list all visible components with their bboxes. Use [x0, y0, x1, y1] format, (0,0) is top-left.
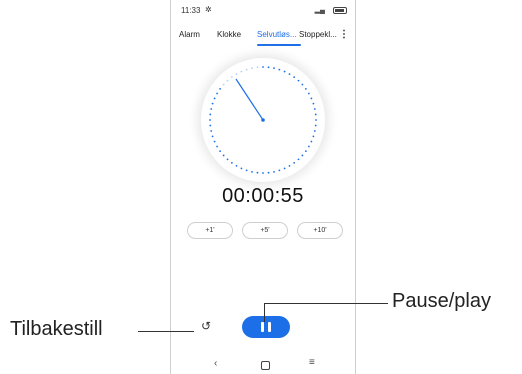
timer-dial-tick: [267, 171, 270, 174]
timer-dial-tick: [278, 169, 281, 172]
tab-alarm[interactable]: Alarm: [179, 30, 200, 39]
timer-dial-tick: [293, 161, 296, 164]
pause-play-callout-line-horizontal: [264, 303, 388, 304]
pause-play-callout-label: Pause/play: [392, 290, 491, 312]
timer-dial-tick: [240, 167, 243, 170]
timer-dial-tick: [230, 76, 233, 79]
timer-dial-tick: [312, 102, 315, 105]
timer-dial-tick: [308, 145, 310, 148]
timer-dial-tick: [235, 73, 238, 75]
tab-stoppeklokke[interactable]: Stoppekl...: [299, 30, 337, 39]
timer-dial-tick: [226, 158, 229, 161]
pause-play-callout-line-vertical: [264, 303, 265, 322]
battery-icon: [333, 7, 347, 14]
timer-dial-hand: [235, 78, 264, 121]
timer-dial-tick: [256, 66, 259, 69]
timer-dial-tick: [222, 83, 225, 86]
timer-dial-tick: [278, 68, 281, 71]
add-1-minute-button[interactable]: +1': [187, 222, 233, 239]
timer-dial-tick: [226, 79, 229, 82]
timer-dial-tick: [251, 170, 253, 173]
timer-dial-tick: [209, 113, 212, 116]
timer-dial-tick: [301, 154, 304, 157]
timer-dial-tick: [312, 135, 315, 138]
timer-dial-graphic: [209, 66, 317, 174]
timer-dial-tick: [288, 73, 291, 75]
timer-dial-tick: [235, 165, 238, 167]
timer-dial-tick: [216, 145, 218, 148]
timer-dial-tick: [209, 124, 212, 127]
timer-dial-tick: [267, 66, 270, 69]
timer-dial-tick: [245, 68, 248, 71]
timer-dial-tick: [213, 140, 216, 143]
timer-dial-tick: [304, 87, 307, 90]
timer-dial-tick: [293, 76, 296, 79]
tab-selvutloser[interactable]: Selvutløs...: [257, 30, 297, 39]
timer-dial-tick: [310, 140, 313, 143]
more-vert-icon[interactable]: ⋮: [339, 29, 349, 40]
timer-dial-tick: [216, 92, 218, 95]
timer-dial-tick: [313, 108, 316, 110]
back-icon[interactable]: ‹: [214, 358, 217, 369]
timer-dial-center: [261, 118, 265, 122]
timer-dial-tick: [210, 108, 213, 110]
timer-dial-tick: [273, 67, 275, 70]
timer-dial-tick: [211, 135, 214, 138]
active-tab-indicator: [257, 44, 301, 46]
reset-callout-line: [138, 331, 194, 332]
timer-dial-tick: [314, 124, 317, 127]
timer-dial-tick: [308, 92, 310, 95]
timer-dial-tick: [297, 79, 300, 82]
timer-dial-tick: [273, 170, 275, 173]
timer-dial-tick: [304, 150, 307, 153]
status-bar: 11:33 ✲ ▂▄: [179, 5, 347, 18]
timer-dial-tick: [245, 169, 248, 172]
timer-dial-tick: [222, 154, 225, 157]
timer-dial-tick: [314, 113, 317, 116]
timer-dial-tick: [262, 172, 264, 174]
timer-dial-tick: [251, 67, 253, 70]
timer-dial-tick: [283, 167, 286, 170]
timer-dial-tick: [256, 171, 259, 174]
recents-icon[interactable]: ≡: [309, 357, 315, 368]
timer-dial-tick: [283, 70, 286, 73]
navigation-bar: ‹ ≡: [171, 357, 355, 372]
reset-callout-label: Tilbakestill: [10, 318, 103, 340]
timer-dial-tick: [209, 119, 211, 121]
tab-bar: Alarm Klokke Selvutløs... Stoppekl... ⋮: [171, 29, 355, 46]
timer-dial-tick: [230, 161, 233, 164]
timer-dial-tick: [219, 87, 222, 90]
timer-dial-tick: [315, 119, 317, 121]
reset-icon[interactable]: ↺: [201, 319, 211, 333]
timer-display: 00:00:55: [222, 185, 304, 207]
add-10-minutes-button[interactable]: +10': [297, 222, 343, 239]
timer-dial-tick: [210, 130, 213, 132]
timer-dial-tick: [310, 97, 313, 100]
timer-dial-tick: [219, 150, 222, 153]
timer-dial-tick: [211, 102, 214, 105]
home-icon[interactable]: [261, 361, 270, 370]
timer-dial-tick: [297, 158, 300, 161]
gear-icon: ✲: [205, 5, 212, 14]
signal-icon: ▂▄: [314, 7, 325, 14]
add-5-minutes-button[interactable]: +5': [242, 222, 288, 239]
timer-dial-tick: [240, 70, 243, 73]
timer-dial-tick: [301, 83, 304, 86]
timer-dial-tick: [288, 165, 291, 167]
timer-dial: [201, 58, 325, 182]
timer-dial-tick: [262, 66, 264, 68]
play-pause-button[interactable]: [242, 316, 290, 338]
timer-dial-tick: [313, 130, 316, 132]
tab-klokke[interactable]: Klokke: [217, 30, 241, 39]
status-time: 11:33: [181, 6, 201, 15]
phone-screen: 11:33 ✲ ▂▄ Alarm Klokke Selvutløs... Sto…: [170, 0, 356, 374]
timer-dial-tick: [213, 97, 216, 100]
